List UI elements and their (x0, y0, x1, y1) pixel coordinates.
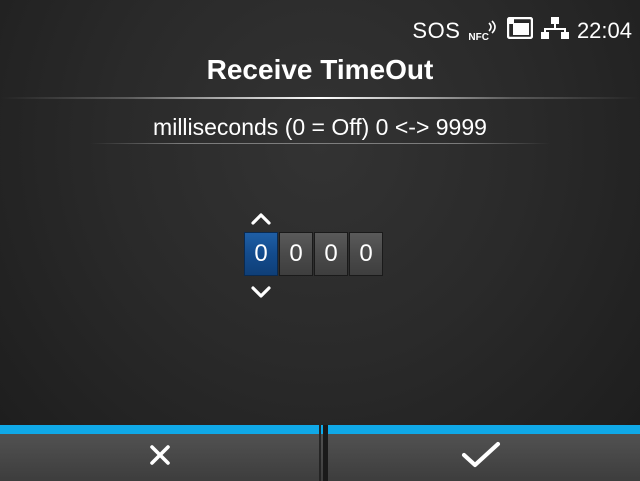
clock-time: 22:04 (576, 18, 632, 43)
digit-tens[interactable]: 0 (314, 232, 348, 276)
subtitle-divider (90, 143, 550, 144)
close-icon (148, 443, 172, 472)
bottom-action-bar (0, 425, 640, 481)
chevron-up-icon[interactable] (246, 208, 276, 228)
cancel-button[interactable] (0, 425, 319, 481)
nfc-icon: NFC (468, 19, 499, 43)
confirm-button[interactable] (321, 425, 640, 481)
timeout-value-stepper[interactable]: 0 0 0 0 (244, 232, 383, 276)
receive-timeout-screen: SOS NFC 22:04 Receive TimeOut millisecon… (0, 0, 640, 481)
sd-card-icon (506, 16, 534, 45)
button-divider (323, 425, 328, 481)
title-divider (0, 97, 640, 99)
sos-label: SOS (412, 18, 461, 43)
network-icon (540, 16, 569, 46)
nfc-label: NFC (468, 32, 489, 43)
chevron-down-icon[interactable] (246, 283, 276, 303)
status-bar: SOS NFC 22:04 (412, 14, 632, 48)
digit-thousands[interactable]: 0 (244, 232, 278, 276)
checkmark-icon (461, 441, 501, 474)
page-title: Receive TimeOut (206, 54, 434, 85)
range-hint: milliseconds (0 = Off) 0 <-> 9999 (153, 114, 487, 140)
digit-hundreds[interactable]: 0 (279, 232, 313, 276)
digit-ones[interactable]: 0 (349, 232, 383, 276)
